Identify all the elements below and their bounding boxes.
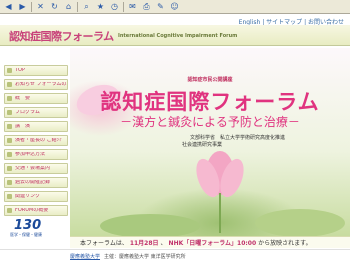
- sidebar-item-registration[interactable]: 参加申込方法: [4, 149, 68, 160]
- back-icon[interactable]: ◀: [3, 1, 14, 12]
- sidebar-item-speakers[interactable]: 演者・座長の ご紹介: [4, 135, 68, 146]
- print-icon[interactable]: ⎙: [141, 1, 152, 12]
- site-header: 認知症国際フォーラム International Cognitive Impai…: [0, 25, 350, 46]
- page-footer: 慶應義塾大学 主催：慶應義塾大学 東洋医学研究所: [0, 249, 350, 263]
- footer-link[interactable]: 慶應義塾大学: [70, 253, 100, 260]
- sidebar-item-program[interactable]: プログラム: [4, 107, 68, 118]
- sidebar-nav: TOP お知らせ フォーラムのお知らせ 概 要 プログラム 講 演 演者・座長の…: [4, 65, 68, 219]
- sidebar-item-label: TOP: [15, 68, 26, 73]
- lotus-leaves: [100, 209, 345, 236]
- sidebar-item-news[interactable]: お知らせ フォーラムのお知らせ: [4, 79, 68, 90]
- search-icon[interactable]: ⌕: [81, 1, 92, 12]
- badge-number: 130: [14, 218, 42, 233]
- sidebar-item-access[interactable]: 交通・会場案内: [4, 163, 68, 174]
- sidebar-item-label: 過去の開催記録: [15, 180, 51, 185]
- sidebar-item-forum[interactable]: FORUMの概要: [4, 205, 68, 216]
- stop-icon[interactable]: ✕: [35, 1, 46, 12]
- edit-icon[interactable]: ✎: [155, 1, 166, 12]
- sidebar-item-label: お知らせ フォーラムのお知らせ: [15, 82, 67, 87]
- refresh-icon[interactable]: ↻: [49, 1, 60, 12]
- sidebar-item-label: プログラム: [15, 110, 40, 115]
- announce-suffix: から放映されます。: [258, 240, 312, 247]
- bullet-icon: [7, 194, 12, 199]
- sidebar-item-overview[interactable]: 概 要: [4, 93, 68, 104]
- bullet-icon: [7, 68, 12, 73]
- bullet-icon: [7, 138, 12, 143]
- footer-text: 主催：慶應義塾大学 東洋医学研究所: [104, 254, 186, 260]
- sidebar-item-links[interactable]: 関連リンク: [4, 191, 68, 202]
- banner-sponsor-line2: 社会連携研究事業: [182, 142, 223, 148]
- broadcast-announcement: 本フォーラムは、 11月28日 、 NHK「日曜フォーラム」10:00 から放映…: [70, 236, 350, 248]
- sidebar-item-top[interactable]: TOP: [4, 65, 68, 76]
- bullet-icon: [7, 124, 12, 129]
- bullet-icon: [7, 110, 12, 115]
- toolbar-divider: [31, 2, 32, 12]
- bullet-icon: [7, 180, 12, 185]
- site-subtitle: International Cognitive Impairment Forum: [118, 33, 238, 39]
- toolbar-divider: [77, 2, 78, 12]
- messenger-icon[interactable]: ☺: [169, 1, 180, 12]
- sidebar-item-label: FORUMの概要: [15, 208, 49, 213]
- sidebar-item-label: 演者・座長の ご紹介: [15, 138, 62, 143]
- sidebar-item-archive[interactable]: 過去の開催記録: [4, 177, 68, 188]
- announce-date: 11月28日: [129, 240, 159, 247]
- sidebar-item-label: 参加申込方法: [15, 152, 46, 157]
- browser-toolbar: ◀ ▶ ✕ ↻ ⌂ ⌕ ★ ◷ ✉ ⎙ ✎ ☺: [0, 0, 350, 14]
- banner-sponsor-line1: 文部科学省 私立大学学術研究高度化推進: [190, 135, 286, 141]
- home-icon[interactable]: ⌂: [63, 1, 74, 12]
- sidebar-item-label: 講 演: [15, 124, 31, 129]
- anniversary-badge[interactable]: 130 医学・保健・健康: [6, 218, 64, 240]
- sidebar-item-label: 関連リンク: [15, 194, 41, 199]
- bullet-icon: [7, 208, 12, 213]
- sidebar-item-label: 交通・会場案内: [15, 166, 51, 171]
- banner-subtitle: －漢方と鍼灸による予防と治療－: [120, 115, 300, 129]
- site-logo[interactable]: 認知症国際フォーラム: [9, 28, 114, 44]
- history-icon[interactable]: ◷: [109, 1, 120, 12]
- announce-program[interactable]: NHK「日曜フォーラム」10:00: [169, 238, 257, 247]
- sidebar-item-lectures[interactable]: 講 演: [4, 121, 68, 132]
- announce-prefix: 本フォーラムは、: [80, 240, 128, 247]
- announce-middle: 、: [160, 240, 167, 247]
- bullet-icon: [7, 82, 12, 87]
- forward-icon[interactable]: ▶: [17, 1, 28, 12]
- favorites-icon[interactable]: ★: [95, 1, 106, 12]
- bullet-icon: [7, 152, 12, 157]
- bullet-icon: [7, 166, 12, 171]
- banner-title: 認知症国際フォーラム: [100, 90, 320, 114]
- badge-caption: 医学・保健・健康: [10, 232, 42, 237]
- banner-kicker: 認知症市民公開講座: [187, 77, 233, 83]
- toolbar-divider: [123, 2, 124, 12]
- hero-banner: 認知症市民公開講座 認知症国際フォーラム －漢方と鍼灸による予防と治療－ 文部科…: [70, 48, 350, 236]
- mail-icon[interactable]: ✉: [127, 1, 138, 12]
- sidebar-item-label: 概 要: [15, 96, 31, 101]
- lotus-flower: [196, 151, 244, 233]
- bullet-icon: [7, 96, 12, 101]
